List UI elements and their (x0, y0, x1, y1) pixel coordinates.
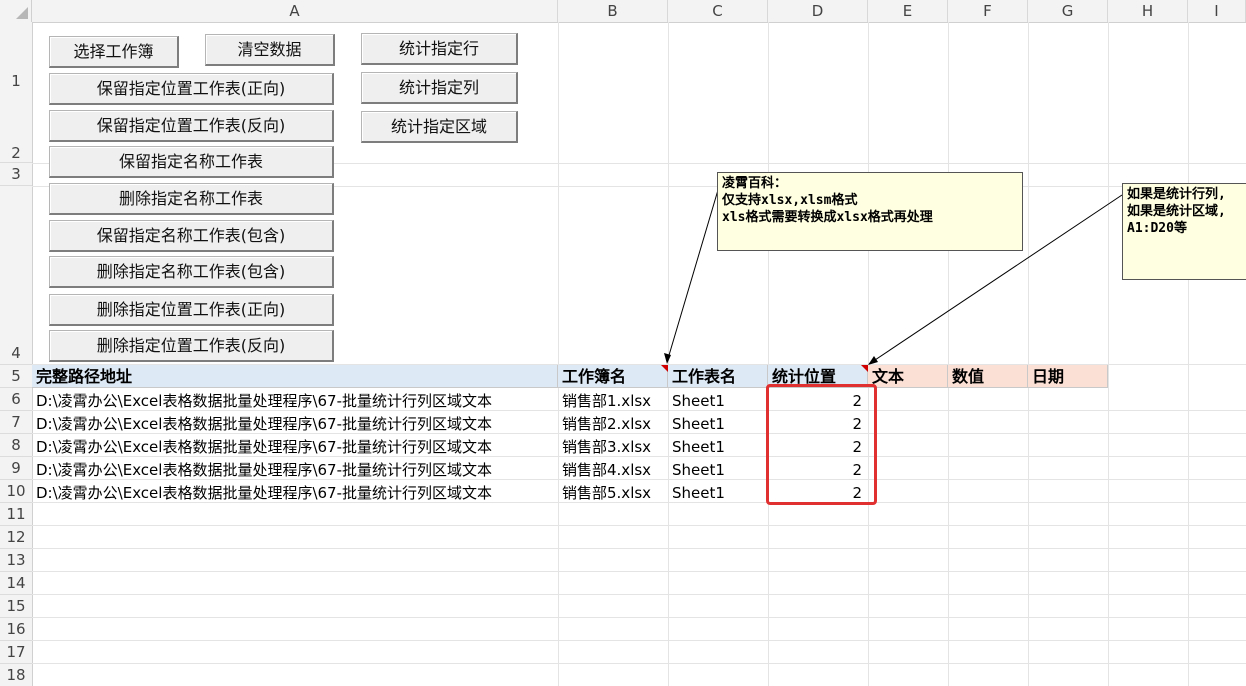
position-comment: 如果是统计行列, 如果是统计区域, A1:D20等 (1122, 183, 1246, 280)
workbook-comment: 凌霄百科： 仅支持xlsx,xlsm格式 xls格式需要转换成xlsx格式再处理 (717, 172, 1023, 251)
comment-arrows (664, 189, 1123, 365)
comment-arrow-head (868, 356, 878, 365)
comment-arrow-line (666, 189, 719, 363)
comment-arrow-head (664, 353, 671, 364)
